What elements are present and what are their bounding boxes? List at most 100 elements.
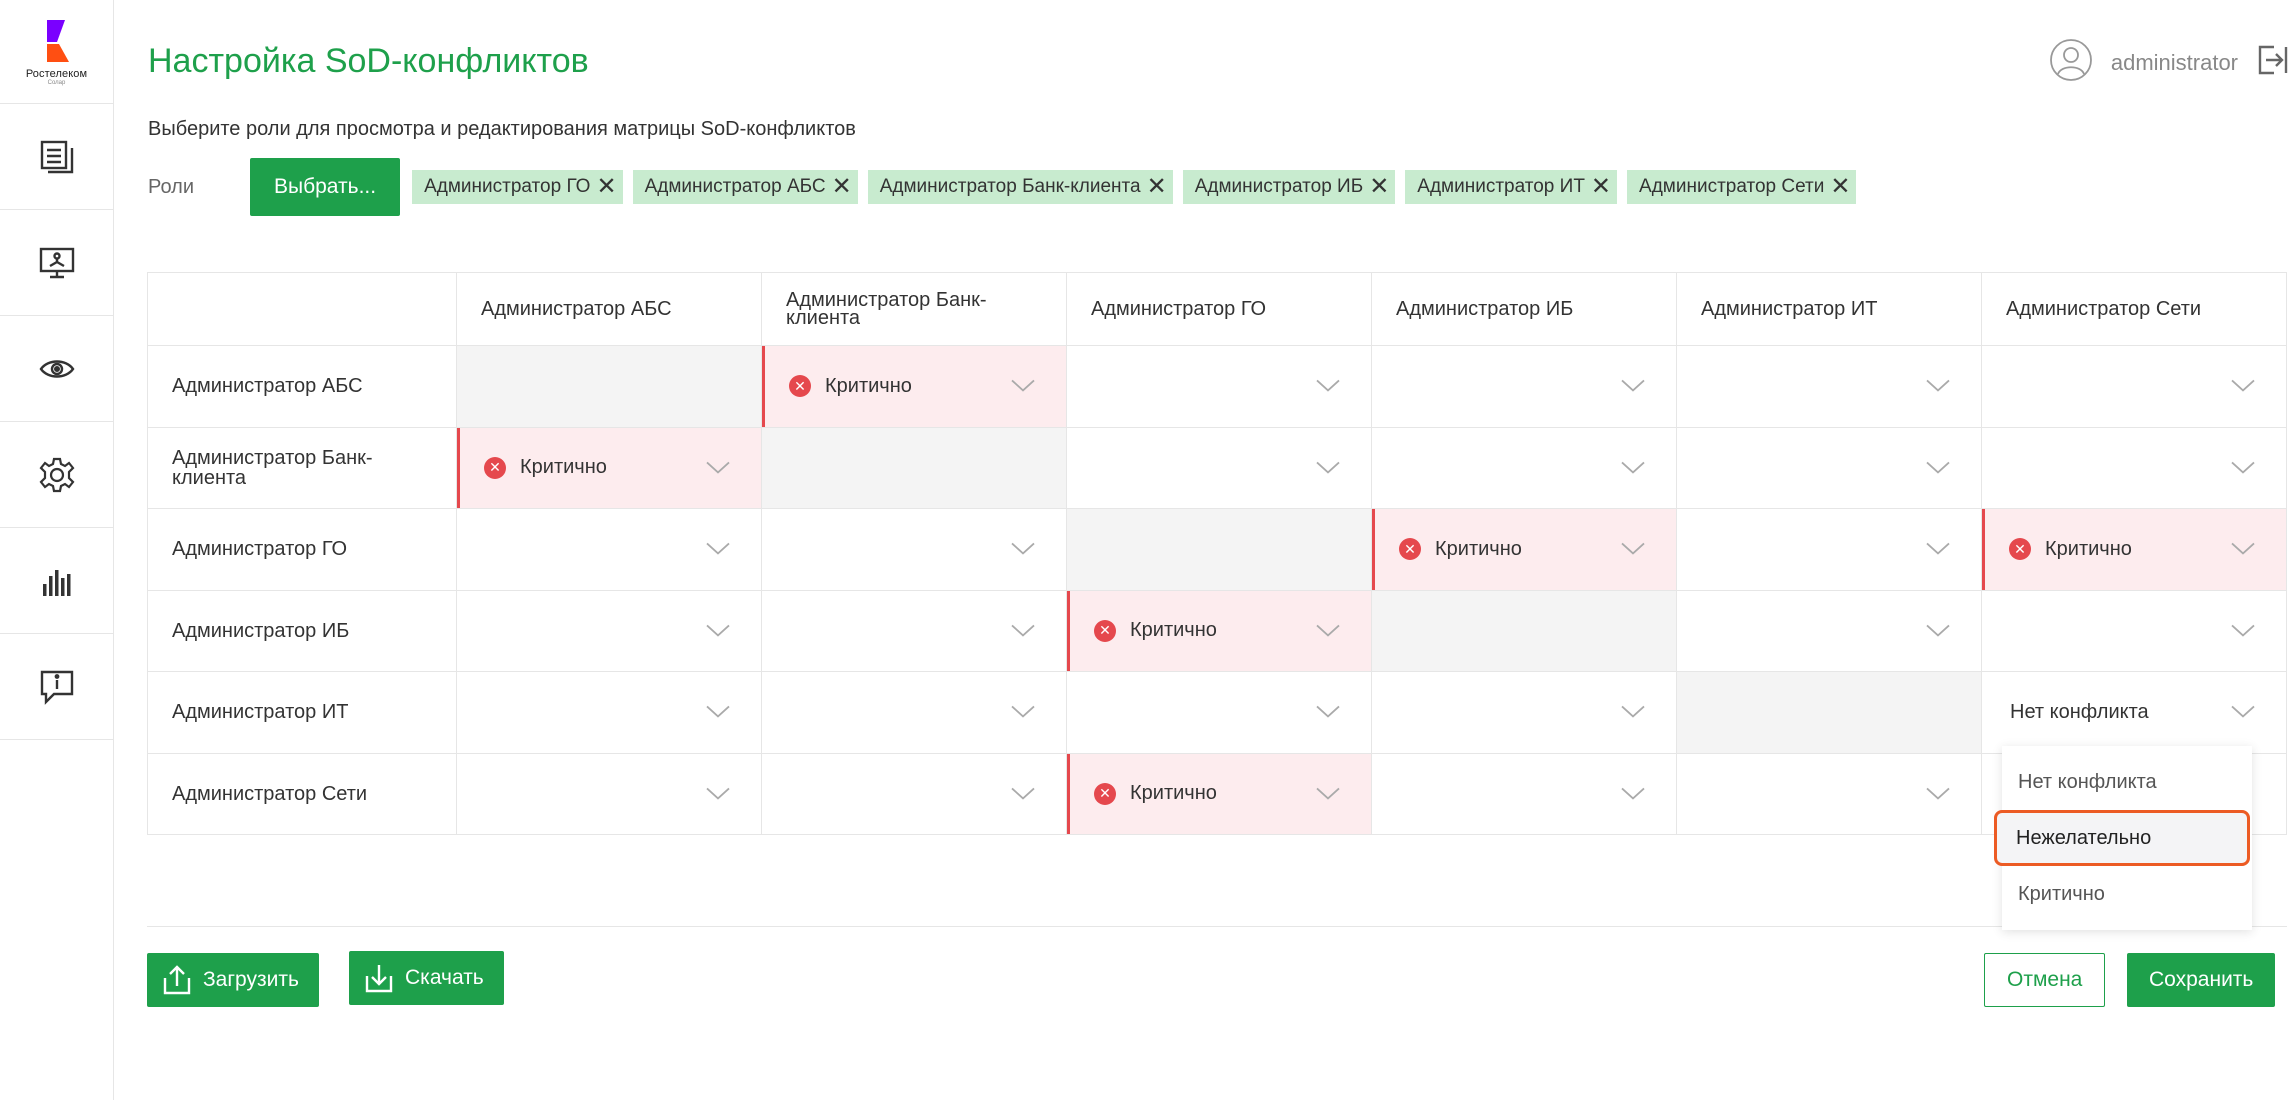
critical-icon: ✕: [789, 375, 811, 398]
remove-chip-icon[interactable]: ✕: [1591, 175, 1611, 199]
conflict-select[interactable]: [1982, 427, 2287, 508]
conflict-select[interactable]: ✕ Критично: [457, 427, 762, 508]
conflict-select[interactable]: ✕ Критично: [1067, 590, 1372, 671]
nav-view[interactable]: [0, 316, 113, 422]
conflict-select[interactable]: [762, 672, 1067, 753]
matrix-diagonal-cell: [1372, 590, 1677, 671]
conflict-select[interactable]: [1677, 590, 1982, 671]
conflict-select[interactable]: [762, 590, 1067, 671]
matrix-row-label: Администратор Банк- клиента: [147, 427, 457, 508]
remove-chip-icon[interactable]: ✕: [1369, 175, 1389, 199]
chevron-down-icon: [1620, 458, 1646, 474]
conflict-select[interactable]: [457, 672, 762, 753]
matrix-row: Администратор ИТ Нет конфликта: [147, 672, 2287, 754]
remove-chip-icon[interactable]: ✕: [596, 175, 616, 199]
nav-documents[interactable]: [0, 104, 113, 210]
matrix-diagonal-cell: [457, 346, 762, 427]
conflict-select[interactable]: Нет конфликта: [1982, 672, 2287, 753]
download-button[interactable]: Скачать: [349, 951, 504, 1005]
conflict-select[interactable]: [1677, 509, 1982, 590]
critical-icon: ✕: [1094, 782, 1116, 805]
conflict-value: Нет конфликта: [2010, 700, 2149, 723]
matrix-column-header: Администратор АБС: [457, 273, 762, 345]
conflict-select[interactable]: ✕ Критично: [762, 346, 1067, 427]
conflict-select[interactable]: [1677, 346, 1982, 427]
conflict-select[interactable]: [1982, 590, 2287, 671]
conflict-select[interactable]: [1067, 427, 1372, 508]
main-panel: Настройка SoD-конфликтов administrator В…: [114, 6, 2292, 1100]
chevron-down-icon: [705, 703, 731, 719]
username: administrator: [2110, 50, 2238, 75]
conflict-select[interactable]: [1372, 346, 1677, 427]
conflict-select[interactable]: [1372, 427, 1677, 508]
role-chip-label: Администратор Банк-клиента: [879, 176, 1141, 197]
chevron-down-icon: [1925, 621, 1951, 637]
dropdown-option[interactable]: Критично: [2002, 866, 2252, 922]
chevron-down-icon: [1010, 703, 1036, 719]
conflict-select[interactable]: [1067, 346, 1372, 427]
conflict-select[interactable]: ✕ Критично: [1067, 753, 1372, 834]
logout-button[interactable]: [2256, 43, 2290, 83]
chevron-down-icon: [1010, 784, 1036, 800]
remove-chip-icon[interactable]: ✕: [1147, 175, 1167, 199]
chevron-down-icon: [1620, 377, 1646, 393]
nav-info[interactable]: [0, 634, 113, 740]
logout-icon: [2258, 45, 2288, 75]
nav-settings[interactable]: [0, 422, 113, 528]
conflict-select[interactable]: [457, 753, 762, 834]
matrix-row-label: Администратор АБС: [147, 346, 457, 427]
conflict-value: Критично: [1435, 537, 1522, 560]
conflict-select[interactable]: [1067, 672, 1372, 753]
conflict-select[interactable]: [1372, 672, 1677, 753]
roles-label: Роли: [148, 175, 194, 198]
matrix-column-header: Администратор ИТ: [1677, 273, 1982, 345]
matrix-row: Администратор ИБ ✕ Критично: [147, 590, 2287, 672]
chevron-down-icon: [1925, 377, 1951, 393]
chevron-down-icon: [2230, 621, 2256, 637]
role-chip-label: Администратор ИТ: [1417, 176, 1585, 197]
conflict-select[interactable]: [762, 509, 1067, 590]
conflict-select[interactable]: [1982, 346, 2287, 427]
matrix-diagonal-cell: [1067, 509, 1372, 590]
conflict-select[interactable]: ✕ Критично: [1982, 509, 2287, 590]
user-area: administrator: [2049, 38, 2290, 88]
cancel-button[interactable]: Отмена: [1984, 953, 2106, 1007]
chevron-down-icon: [1620, 784, 1646, 800]
role-chip-label: Администратор ИБ: [1194, 176, 1364, 197]
nav-reports[interactable]: [0, 528, 113, 634]
save-button[interactable]: Сохранить: [2127, 953, 2276, 1007]
select-roles-button[interactable]: Выбрать...: [250, 158, 401, 216]
dropdown-option[interactable]: Нежелательно: [1994, 810, 2250, 866]
user-avatar[interactable]: [2049, 38, 2093, 88]
chevron-down-icon: [705, 540, 731, 556]
matrix-row-label: Администратор ИТ: [147, 672, 457, 753]
matrix-column-header: Администратор ГО: [1067, 273, 1372, 345]
conflict-select[interactable]: [762, 753, 1067, 834]
role-chip-label: Администратор АБС: [644, 176, 826, 197]
conflict-select[interactable]: [1677, 753, 1982, 834]
conflict-select[interactable]: [457, 509, 762, 590]
critical-icon: ✕: [1094, 619, 1116, 642]
download-icon: [365, 965, 393, 993]
conflict-select[interactable]: ✕ Критично: [1372, 509, 1677, 590]
role-chip: Администратор ГО ✕: [412, 170, 623, 204]
dropdown-option[interactable]: Нет конфликта: [2002, 754, 2252, 810]
remove-chip-icon[interactable]: ✕: [832, 175, 852, 199]
nav-monitor[interactable]: [0, 210, 113, 316]
user-avatar-icon: [2049, 39, 2092, 81]
remove-chip-icon[interactable]: ✕: [1830, 175, 1850, 199]
download-label: Скачать: [405, 966, 484, 989]
monitor-network-icon: [39, 247, 74, 278]
chevron-down-icon: [705, 458, 731, 474]
conflict-select[interactable]: [457, 590, 762, 671]
upload-button[interactable]: Загрузить: [147, 953, 319, 1007]
critical-icon: ✕: [484, 456, 506, 479]
chevron-down-icon: [1010, 621, 1036, 637]
conflict-select[interactable]: [1677, 427, 1982, 508]
chevron-down-icon: [1315, 784, 1341, 800]
chevron-down-icon: [2230, 377, 2256, 393]
logo[interactable]: Ростелеком Солар: [0, 0, 113, 104]
role-chip: Администратор ИТ ✕: [1405, 170, 1618, 204]
conflict-select[interactable]: [1372, 753, 1677, 834]
gear-icon: [39, 457, 74, 492]
